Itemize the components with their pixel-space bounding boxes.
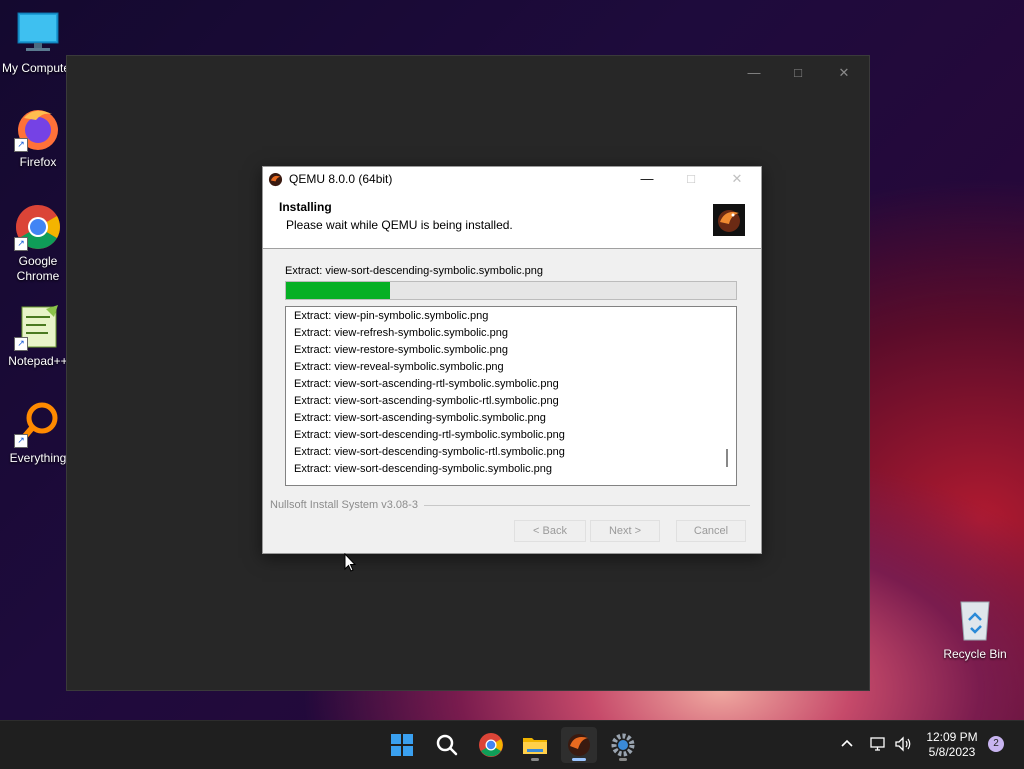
notepadpp-icon: ↗ <box>14 303 62 351</box>
dialog-close-button: ✕ <box>731 171 743 186</box>
log-item: Extract: view-sort-ascending-rtl-symboli… <box>294 378 559 390</box>
maximize-button[interactable]: □ <box>783 64 813 82</box>
qemu-app-icon <box>268 172 283 187</box>
taskbar: 12:09 PM 5/8/2023 2 <box>0 720 1024 769</box>
notification-count: 2 <box>993 738 999 749</box>
back-button[interactable]: < Back <box>514 520 586 542</box>
search-icon <box>436 734 458 756</box>
taskbar-qemu-installer[interactable] <box>561 727 597 763</box>
progress-bar <box>285 281 737 300</box>
log-item: Extract: view-sort-descending-symbolic.s… <box>294 463 552 475</box>
desktop-icon-label: My Computer <box>1 61 75 75</box>
clock-time: 12:09 PM <box>926 730 978 744</box>
dialog-maximize-button: □ <box>687 171 695 186</box>
clock[interactable]: 12:09 PM 5/8/2023 <box>918 730 986 760</box>
log-item: Extract: view-reveal-symbolic.symbolic.p… <box>294 361 504 373</box>
shortcut-arrow-icon: ↗ <box>14 237 28 251</box>
current-file-label: Extract: view-sort-descending-symbolic.s… <box>285 265 543 277</box>
desktop-icon-label: Firefox <box>19 155 57 169</box>
shortcut-arrow-icon: ↗ <box>14 434 28 448</box>
installer-dialog: QEMU 8.0.0 (64bit) — □ ✕ Installing Plea… <box>262 166 762 554</box>
shortcut-arrow-icon: ↗ <box>14 138 28 152</box>
recycle-bin-icon <box>951 596 999 644</box>
volume-icon[interactable] <box>893 735 913 753</box>
progress-fill <box>286 282 390 299</box>
desktop-icon-everything[interactable]: ↗ Everything <box>0 400 76 466</box>
running-indicator <box>531 758 539 761</box>
desktop-icon-recycle-bin[interactable]: Recycle Bin <box>937 596 1013 662</box>
close-button[interactable]: ✕ <box>829 64 859 82</box>
cancel-button[interactable]: Cancel <box>676 520 746 542</box>
taskbar-settings[interactable] <box>605 727 641 763</box>
desktop-icon-label: Recycle Bin <box>943 647 1007 661</box>
network-icon[interactable] <box>868 735 888 753</box>
desktop-icon-label: Everything <box>9 451 67 465</box>
next-button[interactable]: Next > <box>590 520 660 542</box>
chrome-icon <box>479 733 503 757</box>
branding-divider <box>424 505 750 506</box>
shortcut-arrow-icon: ↗ <box>14 337 28 351</box>
dialog-title: QEMU 8.0.0 (64bit) <box>289 172 393 186</box>
nsis-branding: Nullsoft Install System v3.08-3 <box>270 499 418 511</box>
scrollbar-thumb[interactable] <box>726 449 728 467</box>
dialog-title-bar[interactable]: QEMU 8.0.0 (64bit) — □ ✕ <box>263 167 761 191</box>
desktop-icon-firefox[interactable]: ↗ Firefox <box>0 104 76 170</box>
log-item: Extract: view-restore-symbolic.symbolic.… <box>294 344 508 356</box>
header-subtitle: Please wait while QEMU is being installe… <box>286 218 513 232</box>
start-button[interactable] <box>384 727 420 763</box>
log-item: Extract: view-refresh-symbolic.symbolic.… <box>294 327 508 339</box>
running-indicator <box>619 758 627 761</box>
active-indicator <box>572 758 586 761</box>
mouse-cursor-icon <box>344 552 357 573</box>
desktop-icon-notepadpp[interactable]: ↗ Notepad++ <box>0 303 76 369</box>
log-scrollbar[interactable] <box>719 307 736 485</box>
everything-search-icon: ↗ <box>14 400 62 448</box>
dialog-header: Installing Please wait while QEMU is bei… <box>263 191 761 249</box>
taskbar-file-explorer[interactable] <box>517 727 553 763</box>
qemu-logo-icon <box>713 204 745 236</box>
header-title: Installing <box>279 200 332 214</box>
log-item: Extract: view-sort-ascending-symbolic.sy… <box>294 412 546 424</box>
windows-start-icon <box>391 734 413 756</box>
search-button[interactable] <box>429 727 465 763</box>
taskbar-chrome[interactable] <box>473 727 509 763</box>
chrome-icon: ↗ <box>14 203 62 251</box>
desktop-icon-chrome[interactable]: ↗ Google Chrome <box>0 203 76 284</box>
log-item: Extract: view-pin-symbolic.symbolic.png <box>294 310 489 322</box>
firefox-icon: ↗ <box>14 104 62 152</box>
chevron-up-icon <box>841 739 853 747</box>
desktop-icon-label: Notepad++ <box>8 354 68 368</box>
install-log-list[interactable]: Extract: view-pin-symbolic.symbolic.png … <box>285 306 737 486</box>
log-item: Extract: view-sort-ascending-symbolic-rt… <box>294 395 559 407</box>
minimize-button[interactable]: — <box>739 64 769 82</box>
notification-badge[interactable]: 2 <box>988 736 1004 752</box>
dialog-minimize-button[interactable]: — <box>635 170 659 188</box>
show-hidden-icons-button[interactable] <box>838 735 856 753</box>
monitor-icon <box>14 10 62 58</box>
log-item: Extract: view-sort-descending-rtl-symbol… <box>294 429 565 441</box>
desktop-icon-my-computer[interactable]: My Computer <box>0 10 76 76</box>
clock-date: 5/8/2023 <box>928 745 976 759</box>
log-item: Extract: view-sort-descending-symbolic-r… <box>294 446 565 458</box>
desktop-icon-label: Google Chrome <box>16 254 60 283</box>
